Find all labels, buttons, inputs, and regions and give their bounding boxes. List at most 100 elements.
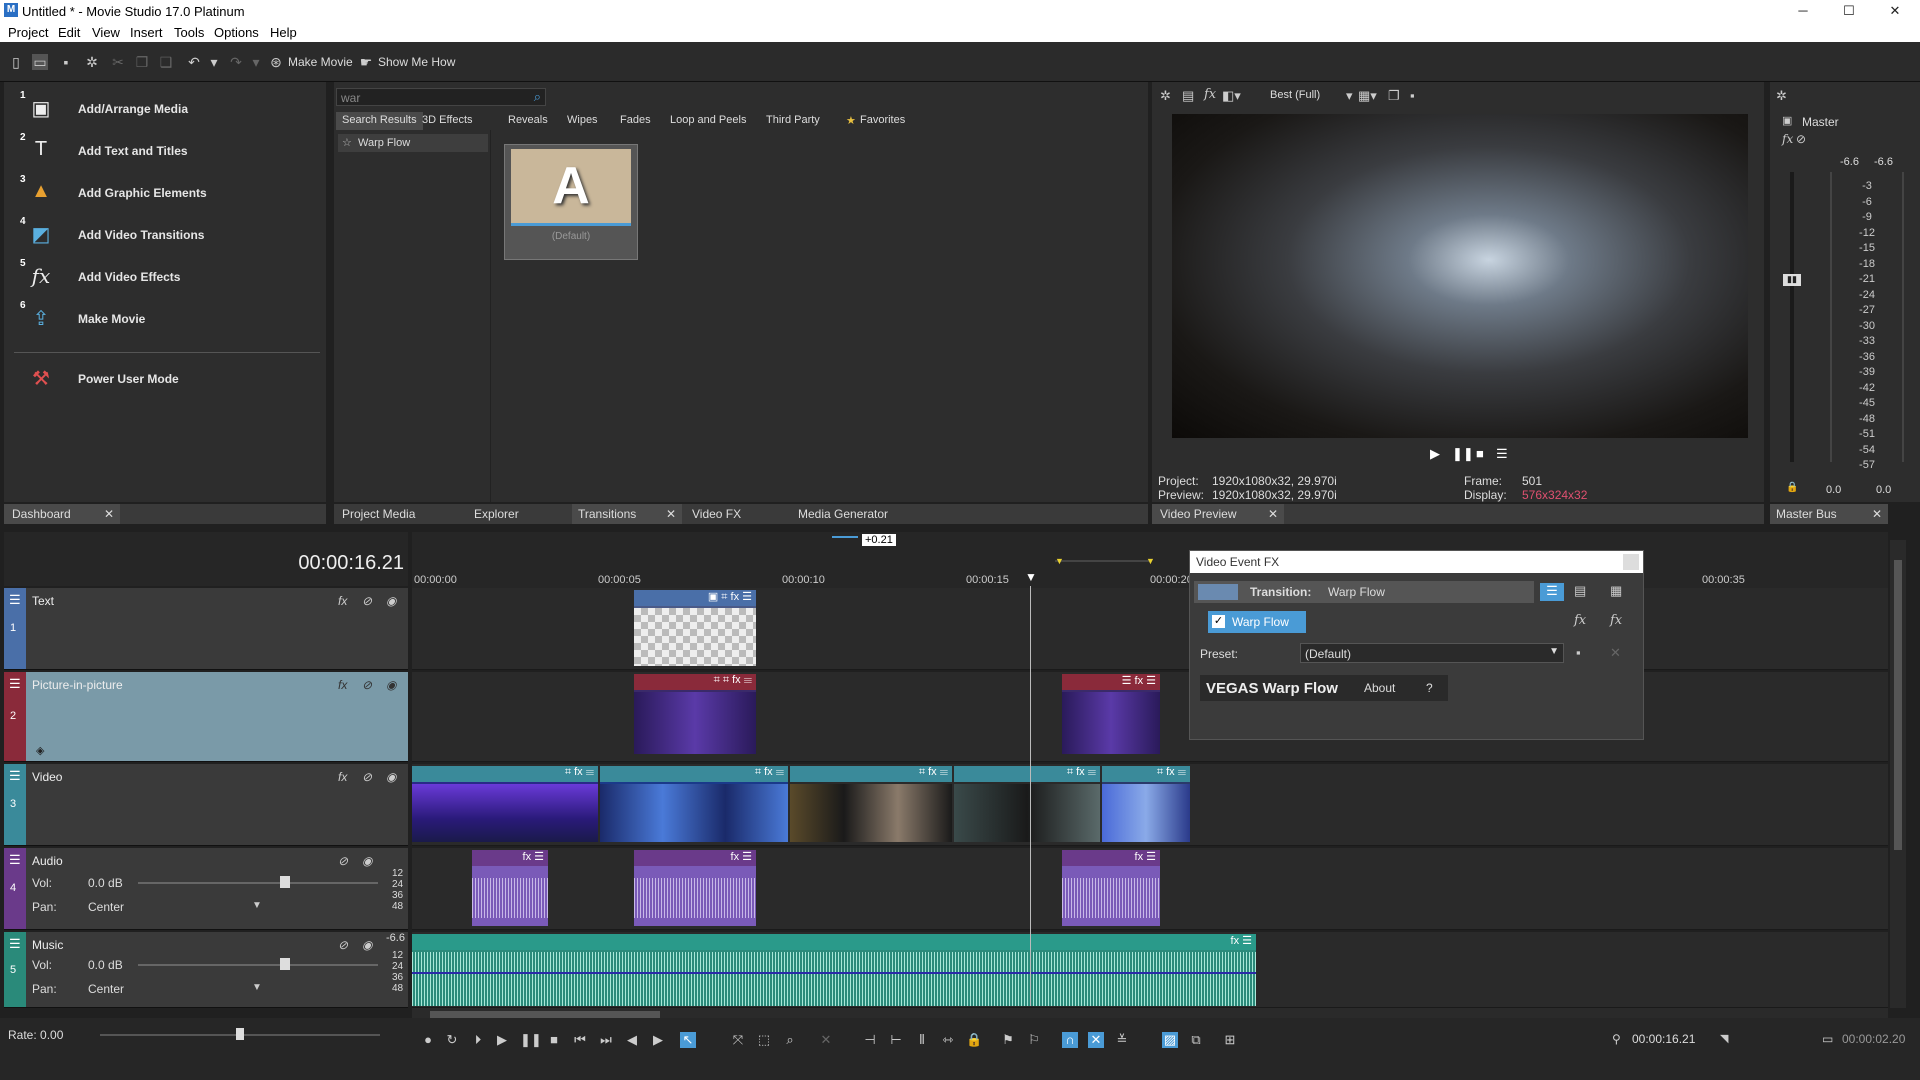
master-checkbox-icon[interactable]: ▣ xyxy=(1782,114,1792,127)
ignore-grouping-icon[interactable]: ⧉ xyxy=(1188,1032,1204,1048)
track-header-audio[interactable]: ☰ 4 Audio ⊘ ◉ Vol: 0.0 dB Pan: Center ▼ … xyxy=(4,848,408,930)
delete-preset-icon[interactable]: ✕ xyxy=(1610,645,1621,661)
track-header-pip[interactable]: ☰ 2 Picture-in-picture fx ⊘ ◉ ◈ xyxy=(4,672,408,762)
tab-reveals[interactable]: Reveals xyxy=(508,114,548,126)
dashboard-item-make-movie[interactable]: 6 ⇪ Make Movie xyxy=(20,300,320,338)
menu-edit[interactable]: Edit xyxy=(58,25,80,40)
list-view-icon[interactable]: ☰ xyxy=(1540,583,1564,601)
settings-gear-icon[interactable]: ✲ xyxy=(84,54,100,70)
lock-icon[interactable]: 🔒 xyxy=(1786,482,1798,493)
keyframe-icon[interactable]: ◈ xyxy=(36,744,44,757)
transition-thumbnail[interactable]: A (Default) xyxy=(504,144,638,260)
about-button[interactable]: About xyxy=(1364,681,1395,695)
save-icon[interactable]: ▪ xyxy=(58,54,74,70)
master-settings-icon[interactable]: ✲ xyxy=(1776,88,1787,104)
mute-icon[interactable]: ⊘ xyxy=(362,770,372,784)
tab-fades[interactable]: Fades xyxy=(620,114,651,126)
project-properties-icon[interactable]: ▤ xyxy=(1182,88,1194,104)
quality-dropdown-icon[interactable]: ▾ xyxy=(1346,88,1353,104)
audio-event[interactable]: fx ☰ xyxy=(634,850,756,926)
tab-project-media[interactable]: Project Media xyxy=(342,507,415,521)
undo-dropdown-icon[interactable]: ▾ xyxy=(206,54,222,70)
search-icon[interactable]: ⌕ xyxy=(534,89,541,105)
trim-start-icon[interactable]: ⊣ xyxy=(862,1032,878,1048)
pause-icon[interactable]: ❚❚ xyxy=(1452,446,1474,462)
vol-slider-handle[interactable] xyxy=(280,958,290,970)
solo-icon[interactable]: ◉ xyxy=(386,770,396,784)
vertical-scrollbar[interactable] xyxy=(1890,540,1906,1008)
copy-icon[interactable]: ❐ xyxy=(134,54,150,70)
track-menu-icon[interactable]: ☰ xyxy=(9,768,21,784)
go-to-end-icon[interactable]: ⏭ xyxy=(598,1032,614,1048)
play-icon[interactable]: ▶ xyxy=(1430,446,1440,462)
ripple-icon[interactable]: ⇿ xyxy=(940,1032,956,1048)
make-movie-icon[interactable]: ⊛ xyxy=(268,54,284,70)
stop-icon[interactable]: ■ xyxy=(546,1032,562,1048)
play-from-start-icon[interactable]: ⏵ xyxy=(470,1032,486,1048)
fx-chain-item-warp-flow[interactable]: ✓ Warp Flow xyxy=(1208,611,1308,633)
auto-ripple-icon[interactable]: ≚ xyxy=(1114,1032,1130,1048)
volume-envelope[interactable] xyxy=(412,972,1256,974)
overlays-icon[interactable]: ▦▾ xyxy=(1358,88,1377,104)
tab-favorites[interactable]: Favorites xyxy=(860,114,905,126)
selection-tool-icon[interactable]: ⬚ xyxy=(756,1032,772,1048)
lock-envelopes-icon[interactable]: ▨ xyxy=(1162,1032,1178,1048)
delete-icon[interactable]: ✕ xyxy=(818,1032,834,1048)
tab-explorer[interactable]: Explorer xyxy=(474,507,519,521)
tab-search-results[interactable]: Search Results xyxy=(336,112,423,130)
paste-icon[interactable]: ❑ xyxy=(158,54,174,70)
mute-icon[interactable]: ⊘ xyxy=(338,854,348,868)
menu-tools[interactable]: Tools xyxy=(174,25,204,40)
fx-icon[interactable]: fx xyxy=(338,678,347,692)
power-user-mode-button[interactable]: ⚒ Power User Mode xyxy=(20,362,320,398)
next-frame-icon[interactable]: ▶ xyxy=(650,1032,666,1048)
fx-icon[interactable]: fx xyxy=(338,594,347,608)
normal-edit-tool-icon[interactable]: ↖ xyxy=(680,1032,696,1048)
close-tab-icon[interactable]: ✕ xyxy=(666,507,676,521)
track-header-text[interactable]: ☰ 1 Text fx ⊘ ◉ xyxy=(4,588,408,670)
maximize-button[interactable]: ☐ xyxy=(1826,0,1872,22)
loop-icon[interactable]: ↻ xyxy=(444,1032,460,1048)
audio-event[interactable]: fx ☰ xyxy=(472,850,548,926)
menu-project[interactable]: Project xyxy=(8,25,48,40)
loop-start-marker-icon[interactable]: ▼ xyxy=(1055,556,1064,566)
tab-dashboard[interactable]: Dashboard ✕ xyxy=(4,504,120,524)
audio-event[interactable]: fx ☰ xyxy=(1062,850,1160,926)
envelope-tool-icon[interactable]: ⤧ xyxy=(730,1032,746,1048)
search-box[interactable]: war ⌕ xyxy=(336,88,546,106)
rate-slider-handle[interactable] xyxy=(236,1028,244,1040)
mixing-console-icon[interactable]: ⊞ xyxy=(1222,1032,1238,1048)
solo-icon[interactable]: ◉ xyxy=(362,854,372,868)
tab-master-bus[interactable]: Master Bus ✕ xyxy=(1770,504,1888,524)
split-screen-icon[interactable]: ◧▾ xyxy=(1222,88,1241,104)
track-menu-icon[interactable]: ☰ xyxy=(9,676,21,692)
video-event[interactable]: ⌗ fx ☰ xyxy=(954,766,1100,842)
tab-video-preview[interactable]: Video Preview ✕ xyxy=(1152,504,1284,524)
menu-icon[interactable]: ☰ xyxy=(1496,446,1508,462)
video-event[interactable]: ⌗ fx ☰ xyxy=(1102,766,1190,842)
trim-end-icon[interactable]: ⊢ xyxy=(888,1032,904,1048)
master-fader-handle[interactable]: ▮▮ xyxy=(1783,274,1801,286)
dashboard-item-add-media[interactable]: 1 ▣ Add/Arrange Media xyxy=(20,90,320,128)
tab-third-party[interactable]: Third Party xyxy=(766,114,820,126)
tab-loop-and-peels[interactable]: Loop and Peels xyxy=(670,114,746,126)
play-icon[interactable]: ▶ xyxy=(494,1032,510,1048)
remove-fx-icon[interactable]: fx xyxy=(1610,613,1622,628)
show-me-how-icon[interactable]: ☛ xyxy=(358,54,374,70)
stop-icon[interactable]: ■ xyxy=(1476,446,1484,461)
mute-icon[interactable]: ⊘ xyxy=(338,938,348,952)
mute-icon[interactable]: ⊘ xyxy=(1796,132,1806,146)
vol-slider[interactable] xyxy=(138,964,378,966)
fx-icon[interactable]: fx xyxy=(1204,87,1216,102)
preview-quality-dropdown[interactable]: Best (Full) xyxy=(1270,89,1320,101)
pause-icon[interactable]: ❚❚ xyxy=(520,1032,542,1048)
cut-icon[interactable]: ✂ xyxy=(110,54,126,70)
save-preset-icon[interactable]: ▪ xyxy=(1576,645,1581,660)
video-event[interactable]: ⌗ fx ☰ xyxy=(600,766,788,842)
redo-dropdown-icon[interactable]: ▾ xyxy=(248,54,264,70)
dashboard-item-add-text[interactable]: 2 T Add Text and Titles xyxy=(20,132,320,170)
grid-view-icon[interactable]: ▤ xyxy=(1574,583,1586,599)
detail-view-icon[interactable]: ▦ xyxy=(1610,583,1622,599)
mute-icon[interactable]: ⊘ xyxy=(362,678,372,692)
auto-crossfade-icon[interactable]: ✕ xyxy=(1088,1032,1104,1048)
